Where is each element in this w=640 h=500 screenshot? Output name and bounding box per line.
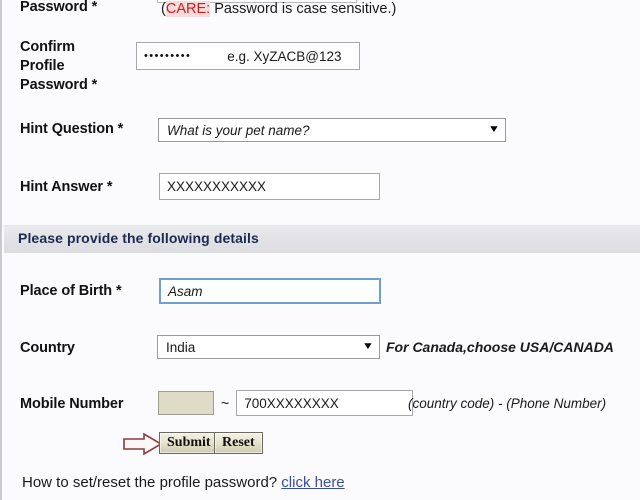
- mobile-number-label: Mobile Number: [20, 396, 124, 412]
- hint-answer-input[interactable]: XXXXXXXXXXX: [159, 173, 380, 200]
- right-arrow-icon: [122, 432, 164, 456]
- click-here-link[interactable]: click here: [281, 474, 344, 491]
- country-code-input[interactable]: [158, 391, 214, 415]
- confirm-password-masked-value: •••••••••: [144, 50, 192, 62]
- place-of-birth-value: Asam: [168, 283, 203, 299]
- field-separator-tilde: ~: [221, 395, 230, 411]
- country-label: Country: [20, 340, 75, 356]
- mobile-number-row: Mobile Number: [20, 395, 124, 414]
- password-row: Password *: [20, 0, 97, 17]
- phone-number-value: 700XXXXXXXX: [244, 395, 339, 411]
- hint-question-label: Hint Question *: [20, 121, 124, 137]
- place-of-birth-input[interactable]: Asam: [159, 278, 381, 304]
- confirm-password-example-hint: e.g. XyZACB@123: [227, 48, 342, 64]
- country-note: For Canada,choose USA/CANADA: [386, 339, 614, 355]
- hint-question-row: Hint Question *: [20, 120, 123, 139]
- chevron-down-icon: ▼: [361, 341, 375, 352]
- phone-number-input[interactable]: 700XXXXXXXX: [236, 390, 414, 416]
- mobile-number-field-group: ~ 700XXXXXXXX: [158, 390, 414, 416]
- hint-question-select[interactable]: What is your pet name? ▼: [158, 118, 506, 142]
- chevron-down-icon: ▼: [487, 124, 501, 135]
- profile-password-form-page: Password * (CARE: Password is case sensi…: [0, 0, 640, 500]
- place-of-birth-row: Place of Birth *: [20, 282, 122, 301]
- confirm-password-row: Confirm Profile Password *: [20, 38, 97, 95]
- care-keyword: CARE:: [165, 1, 211, 17]
- hint-question-selected-value: What is your pet name?: [167, 122, 310, 138]
- country-row: Country: [20, 339, 75, 358]
- reset-button[interactable]: Reset: [214, 432, 263, 454]
- submit-button[interactable]: Submit: [159, 432, 219, 454]
- care-note-text: Password is case sensitive.): [210, 1, 397, 17]
- password-label: Password *: [20, 0, 98, 15]
- country-select[interactable]: India ▼: [157, 335, 380, 359]
- mobile-number-note: (country code) - (Phone Number): [408, 396, 607, 411]
- hint-answer-row: Hint Answer *: [20, 178, 113, 197]
- confirm-password-label: Confirm Profile Password *: [20, 39, 98, 93]
- footer-help-text: How to set/reset the profile password?: [22, 474, 282, 491]
- place-of-birth-label: Place of Birth *: [20, 283, 122, 299]
- confirm-password-input[interactable]: ••••••••• e.g. XyZACB@123: [136, 42, 360, 70]
- case-sensitive-note: (CARE: Password is case sensitive.): [161, 1, 396, 17]
- country-selected-value: India: [166, 339, 196, 355]
- section-header-title: Please provide the following details: [18, 230, 259, 246]
- footer-help-line: How to set/reset the profile password? c…: [22, 474, 345, 491]
- hint-answer-label: Hint Answer *: [20, 179, 113, 195]
- hint-answer-value: XXXXXXXXXXX: [167, 179, 267, 194]
